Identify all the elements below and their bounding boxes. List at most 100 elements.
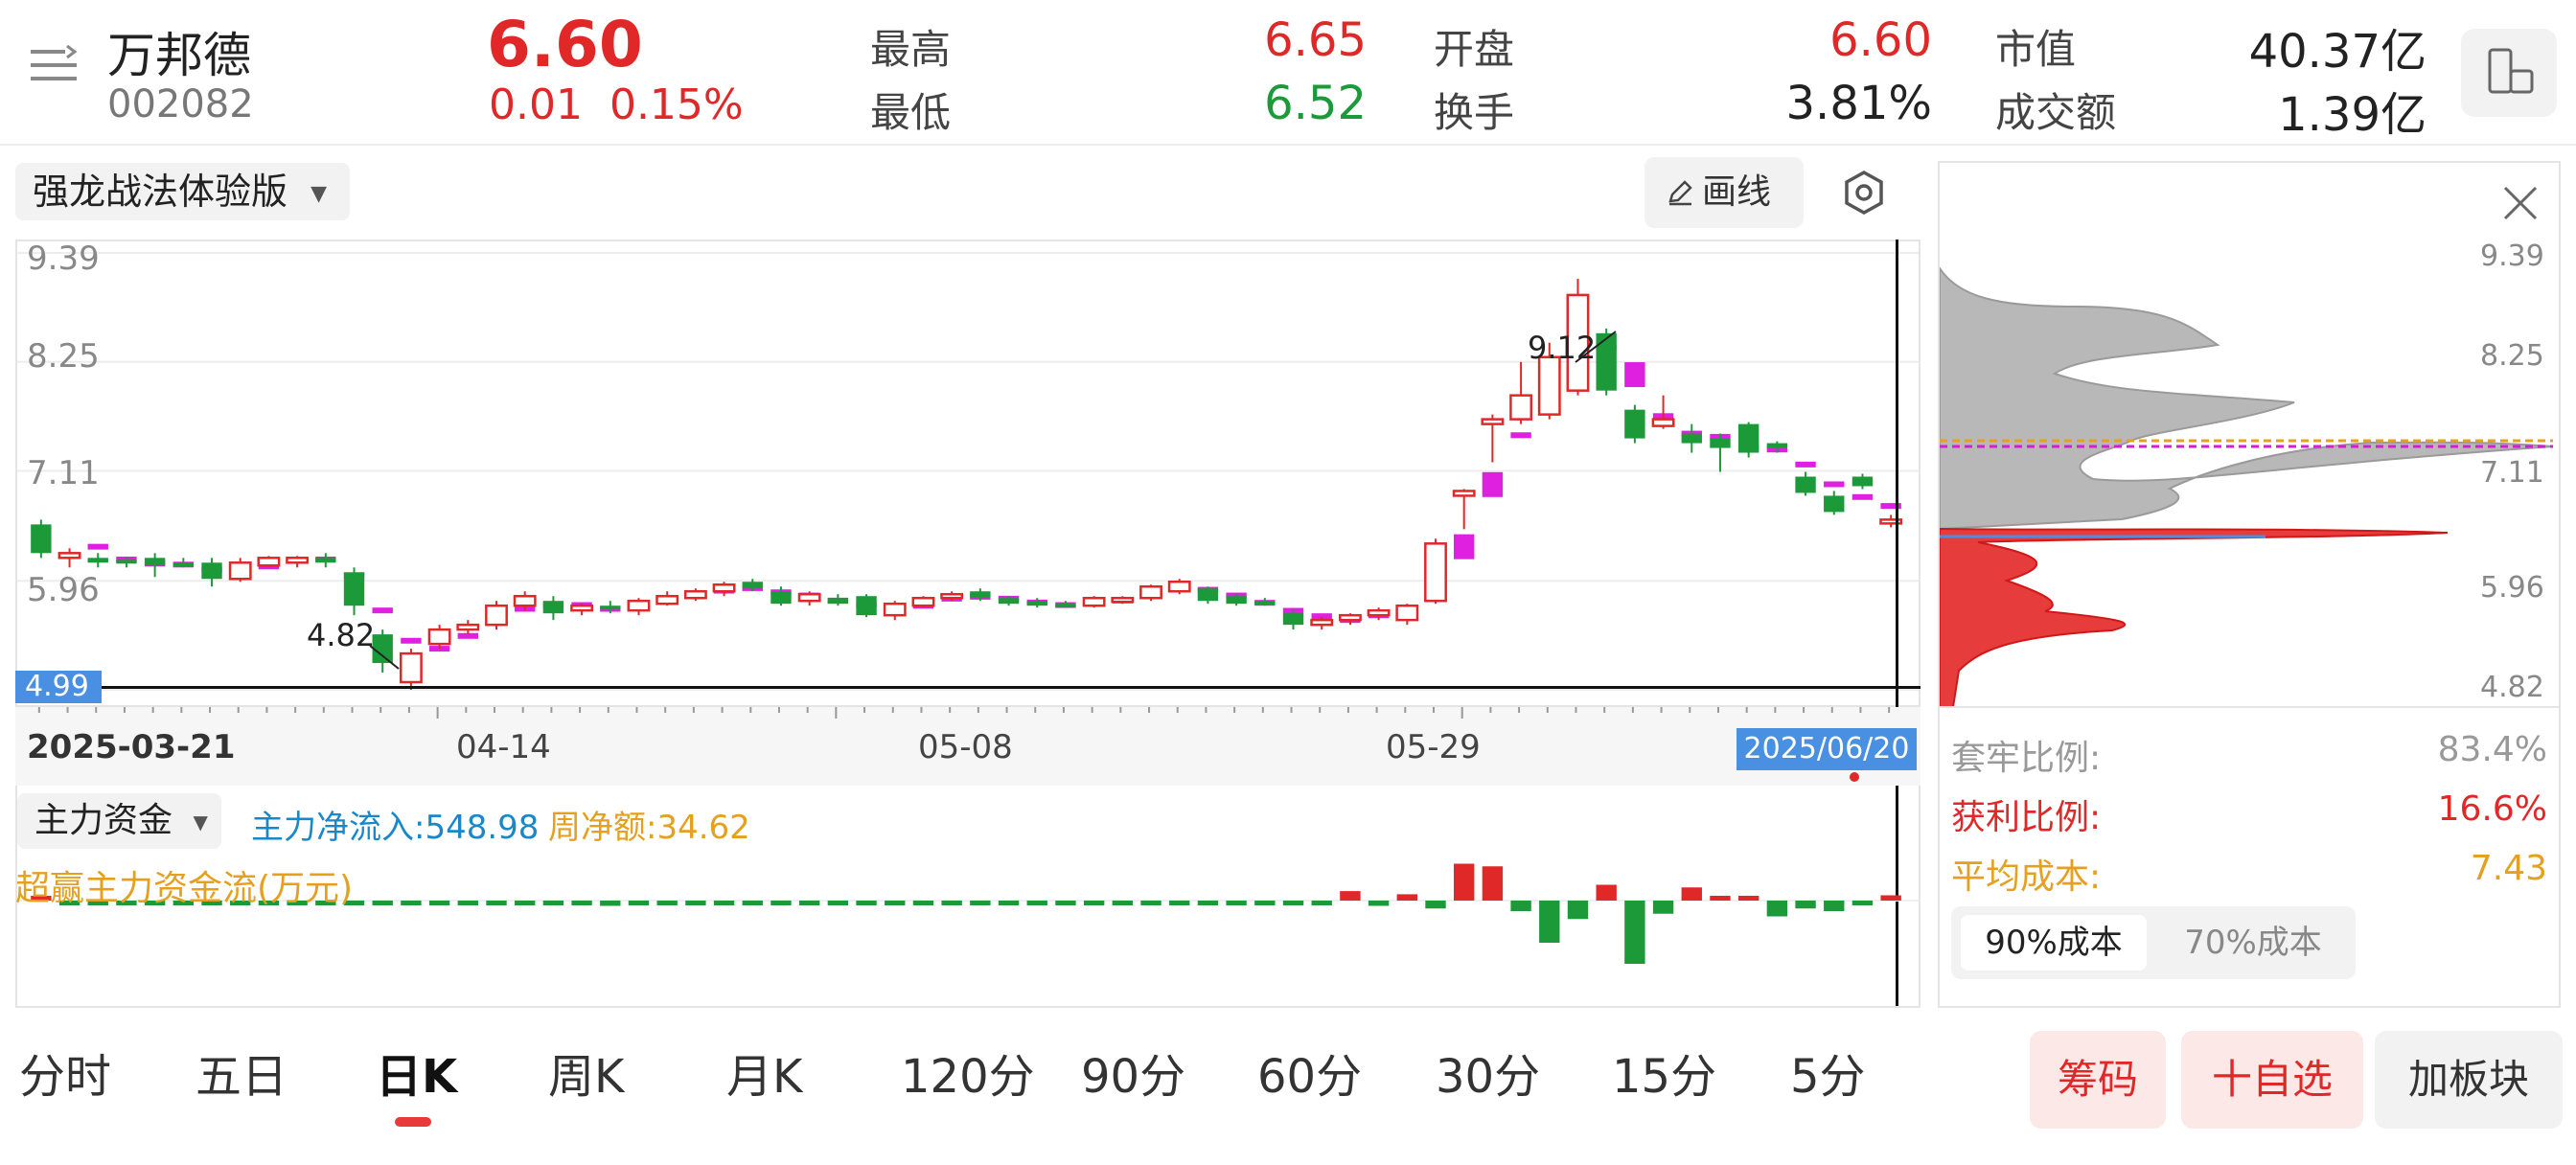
candle-body <box>1226 596 1247 605</box>
flow-bar <box>1795 901 1816 909</box>
tab-5min[interactable]: 5分 <box>1790 1039 1866 1106</box>
flow-bar <box>742 901 763 905</box>
flow-bar <box>1652 901 1674 914</box>
cursor-date-label: 2025/06/20 <box>1736 728 1917 770</box>
kline-chart[interactable] <box>15 240 1920 707</box>
rotate-screen-icon <box>2488 48 2534 94</box>
candle-body <box>1026 601 1047 606</box>
candle-body <box>797 592 821 603</box>
candle-body <box>856 596 877 616</box>
candle-body <box>911 596 935 607</box>
date-label-3: 05-08 <box>918 728 1013 766</box>
tab-30min[interactable]: 30分 <box>1436 1039 1540 1106</box>
flow-bar <box>1852 901 1874 905</box>
tab-90min[interactable]: 90分 <box>1081 1039 1185 1106</box>
flow-bar <box>1197 901 1219 905</box>
money-flow-selector[interactable]: 主力资金 ▼ <box>17 793 221 849</box>
candle-body <box>343 572 365 606</box>
candle-body <box>1139 584 1162 600</box>
high-label: 最高 <box>870 26 952 73</box>
landscape-toggle-button[interactable] <box>2461 29 2557 117</box>
flow-bar <box>542 901 564 905</box>
tab-timeshare[interactable]: 分时 <box>19 1039 111 1106</box>
flow-bar <box>1454 863 1475 901</box>
candle-body <box>228 561 252 581</box>
cost-tick-3: 5.96 <box>2480 571 2544 605</box>
tab-five-day[interactable]: 五日 <box>196 1039 288 1106</box>
candle-body <box>998 598 1020 605</box>
candle-body <box>1254 601 1276 605</box>
flow-bar <box>685 901 706 905</box>
low-value: 6.52 <box>1264 77 1367 130</box>
flow-bar <box>1026 901 1047 905</box>
stock-name: 万邦德 <box>107 28 251 83</box>
date-label-4: 05-29 <box>1386 728 1481 766</box>
chips-button[interactable]: 筹码 <box>2030 1031 2166 1129</box>
flow-bar <box>1282 901 1304 905</box>
candle-body <box>513 594 537 607</box>
low-label: 最低 <box>870 89 952 136</box>
kline-svg <box>17 252 1919 691</box>
weekly-net-label: 周净额:34.62 <box>548 809 750 847</box>
money-flow-selector-label: 主力资金 <box>34 801 173 840</box>
cost-tick-0: 9.39 <box>2480 240 2544 273</box>
flow-bar <box>941 901 962 905</box>
stock-code: 002082 <box>107 82 254 126</box>
draw-line-button[interactable]: 画线 <box>1644 157 1804 228</box>
close-icon[interactable] <box>2496 178 2545 228</box>
candle-body <box>542 601 564 614</box>
cost-tick-2: 7.11 <box>2480 456 2544 490</box>
ma-marker <box>87 543 108 550</box>
trough-annotation-line <box>369 645 400 670</box>
price-change: 0.01 0.15% <box>489 80 744 129</box>
ma-marker <box>1824 481 1845 488</box>
flow-bar <box>401 901 422 905</box>
flow-bar <box>827 901 849 905</box>
flow-bar <box>1396 894 1417 901</box>
tab-120min[interactable]: 120分 <box>901 1039 1035 1106</box>
candle-body <box>1082 596 1106 607</box>
candle-body <box>683 589 707 600</box>
candle-body <box>570 604 594 612</box>
candle-body <box>485 604 508 627</box>
ma-marker <box>1510 432 1531 439</box>
candle-body <box>1481 418 1505 425</box>
tab-daily-k[interactable]: 日K <box>376 1039 457 1106</box>
flow-bar <box>1624 901 1645 964</box>
tab-monthly-k[interactable]: 月K <box>726 1039 802 1106</box>
tab-70-cost[interactable]: 70%成本 <box>2160 915 2346 971</box>
tab-15min[interactable]: 15分 <box>1612 1039 1716 1106</box>
candle-body <box>712 582 736 593</box>
trapped-ratio-value: 83.4% <box>2437 730 2547 769</box>
candle-body <box>1710 438 1731 448</box>
date-axis-ticks <box>37 707 1891 719</box>
trapped-ratio-label: 套牢比例: <box>1951 739 2102 778</box>
candle-body <box>1055 604 1076 608</box>
flow-bar <box>428 901 450 905</box>
money-flow-subtitle: 超赢主力资金流(万元) <box>15 869 354 908</box>
tab-90-cost[interactable]: 90%成本 <box>1961 915 2147 971</box>
flow-bar <box>885 901 906 905</box>
settings-icon[interactable] <box>1838 167 1890 218</box>
flow-bar <box>1539 901 1560 943</box>
flow-bar <box>1710 896 1731 901</box>
flow-bar <box>970 901 991 905</box>
market-cap-value: 40.37亿 <box>2248 25 2426 79</box>
menu-icon[interactable] <box>27 42 80 96</box>
add-sector-button[interactable]: 加板块 <box>2375 1031 2563 1129</box>
tab-60min[interactable]: 60分 <box>1257 1039 1362 1106</box>
flow-bar <box>1482 866 1504 901</box>
tab-weekly-k[interactable]: 周K <box>548 1039 624 1106</box>
ma-marker <box>1624 362 1645 388</box>
candle-body <box>1737 423 1760 453</box>
flow-bar <box>912 901 934 905</box>
flow-bar <box>770 901 792 905</box>
crosshair-price-label: 4.99 <box>15 671 102 703</box>
ma-marker <box>1454 534 1475 560</box>
add-watchlist-button[interactable]: 十自选 <box>2181 1031 2363 1129</box>
flow-bar <box>486 901 507 905</box>
cost-distribution-chart <box>1940 266 2559 708</box>
flow-bar <box>1140 901 1162 905</box>
crosshair-horizontal <box>15 686 1920 689</box>
indicator-selector[interactable]: 强龙战法体验版 ▼ <box>15 163 351 220</box>
